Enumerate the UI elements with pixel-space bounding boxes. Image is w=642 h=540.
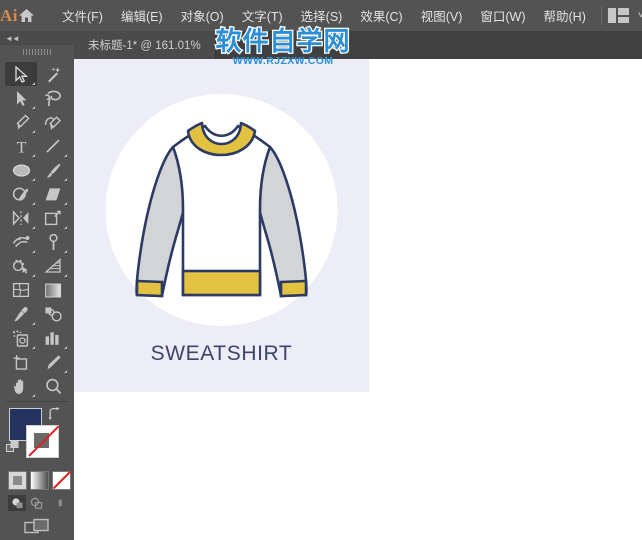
- column-graph-tool[interactable]: [37, 326, 69, 350]
- menu-divider-right: [600, 6, 602, 25]
- free-transform-tool[interactable]: [37, 206, 69, 230]
- fill-stroke-controls: [0, 405, 74, 469]
- tool-flyout-marker: [64, 370, 67, 373]
- stroke-color-swatch[interactable]: [26, 425, 60, 458]
- draw-inside-button[interactable]: [46, 495, 64, 511]
- tool-flyout-marker: [64, 178, 67, 181]
- menu-item-list: 文件(F) 编辑(E) 对象(O) 文字(T) 选择(S) 效果(C) 视图(V…: [53, 0, 595, 31]
- perspective-grid-tool[interactable]: [37, 254, 69, 278]
- tool-flyout-marker: [64, 202, 67, 205]
- app-logo: Ai: [0, 5, 18, 25]
- eyedropper-tool[interactable]: [5, 302, 37, 326]
- document-tab-bar: 未标题-1* @ 161.01%: [74, 31, 642, 59]
- tools-panel-collapse[interactable]: ◄◄: [0, 31, 74, 45]
- default-fill-stroke-icon[interactable]: [6, 440, 20, 459]
- menu-select[interactable]: 选择(S): [292, 0, 352, 31]
- tool-flyout-marker: [32, 82, 35, 85]
- artboard[interactable]: SWEATSHIRT: [74, 59, 369, 392]
- svg-text:T: T: [16, 139, 26, 155]
- paintbrush-tool[interactable]: [37, 158, 69, 182]
- gradient-mode-button[interactable]: [30, 471, 49, 490]
- tool-flyout-marker: [64, 346, 67, 349]
- tool-flyout-marker: [64, 154, 67, 157]
- tool-flyout-marker: [32, 106, 35, 109]
- hem-band: [181, 269, 262, 297]
- menu-object[interactable]: 对象(O): [172, 0, 233, 31]
- tools-panel-grip[interactable]: [0, 45, 74, 59]
- document-tab-label: 未标题-1* @ 161.01%: [88, 40, 201, 52]
- none-mode-button[interactable]: [52, 470, 72, 490]
- magic-wand-tool[interactable]: [37, 62, 69, 86]
- workspace-switcher-icon[interactable]: [607, 8, 629, 23]
- blend-tool[interactable]: [37, 302, 69, 326]
- tool-flyout-marker: [64, 226, 67, 229]
- width-tool[interactable]: [5, 230, 37, 254]
- tool-flyout-marker: [32, 154, 35, 157]
- cuff-right: [279, 279, 308, 298]
- menu-window[interactable]: 窗口(W): [471, 0, 534, 31]
- tool-flyout-marker: [32, 346, 35, 349]
- menu-bar-right: ˅: [595, 6, 642, 25]
- tool-flyout-marker: [32, 250, 35, 253]
- symbol-sprayer-tool[interactable]: [5, 326, 37, 350]
- tool-flyout-marker: [32, 178, 35, 181]
- eraser-tool[interactable]: [37, 182, 69, 206]
- home-icon[interactable]: [18, 0, 35, 31]
- type-tool[interactable]: T: [5, 134, 37, 158]
- menu-help[interactable]: 帮助(H): [535, 0, 595, 31]
- color-mode-button[interactable]: [8, 471, 27, 490]
- menu-bar: Ai 文件(F) 编辑(E) 对象(O) 文字(T) 选择(S) 效果(C) 视…: [0, 0, 642, 31]
- menu-edit[interactable]: 编辑(E): [112, 0, 172, 31]
- slice-tool[interactable]: [37, 350, 69, 374]
- artwork-label: SWEATSHIRT: [150, 342, 293, 365]
- pen-tool[interactable]: [5, 110, 37, 134]
- menu-type[interactable]: 文字(T): [233, 0, 292, 31]
- draw-normal-button[interactable]: [8, 495, 26, 511]
- tool-flyout-marker: [32, 202, 35, 205]
- puppet-warp-tool[interactable]: [37, 230, 69, 254]
- draw-mode-row: [0, 490, 74, 511]
- tool-flyout-marker: [32, 394, 35, 397]
- line-segment-tool[interactable]: [37, 134, 69, 158]
- tool-flyout-marker: [32, 274, 35, 277]
- direct-selection-tool[interactable]: [5, 86, 37, 110]
- shaper-tool[interactable]: [5, 182, 37, 206]
- menu-file[interactable]: 文件(F): [53, 0, 112, 31]
- shape-builder-tool[interactable]: [5, 254, 37, 278]
- draw-behind-button[interactable]: [27, 495, 45, 511]
- menu-effect[interactable]: 效果(C): [351, 0, 411, 31]
- tools-divider: [6, 401, 68, 402]
- document-tab[interactable]: 未标题-1* @ 161.01%: [74, 31, 216, 59]
- double-chevron-left-icon: ◄◄: [5, 33, 20, 43]
- artboard-tool[interactable]: [5, 350, 37, 374]
- gradient-tool[interactable]: [37, 278, 69, 302]
- tool-grid: T: [0, 59, 74, 398]
- curvature-tool[interactable]: [37, 110, 69, 134]
- tool-flyout-marker: [32, 322, 35, 325]
- tool-flyout-marker: [64, 274, 67, 277]
- mesh-tool[interactable]: [5, 278, 37, 302]
- menu-view[interactable]: 视图(V): [412, 0, 472, 31]
- selection-tool[interactable]: [5, 62, 37, 86]
- drag-grip-handle: [22, 49, 52, 55]
- paint-mode-row: [0, 469, 74, 490]
- tools-panel: ◄◄ T: [0, 31, 75, 540]
- chevron-down-icon[interactable]: ˅: [638, 10, 642, 21]
- change-screen-mode-button[interactable]: [0, 511, 74, 538]
- tool-flyout-marker: [32, 130, 35, 133]
- hand-tool[interactable]: [5, 374, 37, 398]
- tool-flyout-marker: [64, 250, 67, 253]
- illustrator-window: Ai 文件(F) 编辑(E) 对象(O) 文字(T) 选择(S) 效果(C) 视…: [0, 0, 642, 540]
- cuff-left: [135, 279, 164, 298]
- none-slash-icon: [28, 425, 60, 457]
- zoom-tool[interactable]: [37, 374, 69, 398]
- swap-fill-stroke-icon[interactable]: [47, 407, 61, 425]
- tool-flyout-marker: [32, 226, 35, 229]
- ellipse-tool[interactable]: [5, 158, 37, 182]
- reflect-tool[interactable]: [5, 206, 37, 230]
- lasso-tool[interactable]: [37, 86, 69, 110]
